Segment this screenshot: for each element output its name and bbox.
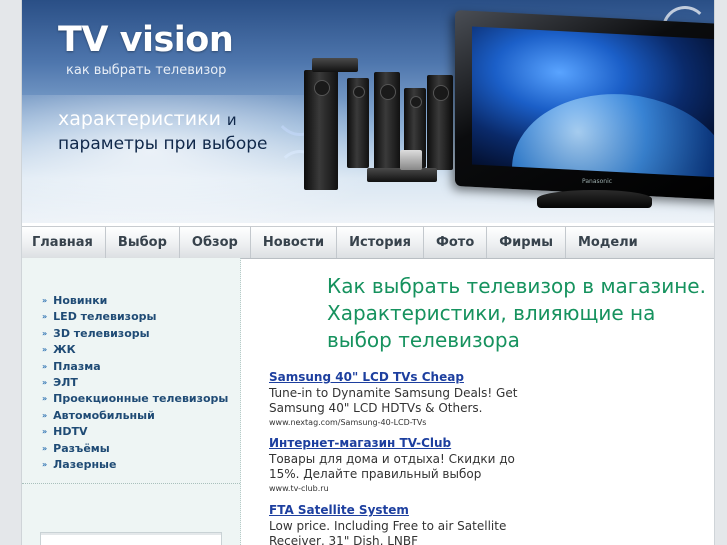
sidebar-item-label: ЖК [53,343,76,357]
sidebar-item-led[interactable]: » LED телевизоры [42,309,228,325]
sidebar-item-connectors[interactable]: » Разъёмы [42,441,228,457]
nav-item-history[interactable]: История [337,227,424,258]
ad-text: Товары для дома и отдыха! Скидки до 15%.… [269,452,515,481]
header-banner: TV vision как выбрать телевизор характер… [22,0,714,223]
sidebar-item-label: Новинки [53,294,108,307]
double-chevron-right-icon: » [42,345,48,355]
site-title[interactable]: TV vision [58,20,234,60]
nav-item-companies[interactable]: Фирмы [487,227,566,258]
nav-item-review[interactable]: Обзор [180,227,251,258]
sidebar-item-label: 3D телевизоры [53,326,150,340]
player-icon [400,150,422,170]
tv-screen [472,26,714,178]
ad-url-link[interactable]: www.nextag.com/Samsung-40-LCD-TVs [269,418,529,427]
ad-text: Low price. Including Free to air Satelli… [269,519,507,545]
ad-title-link[interactable]: Интернет-магазин TV-Club [269,436,529,451]
main-nav: Главная Выбор Обзор Новости История Фото… [22,226,714,259]
nav-item-home[interactable]: Главная [22,227,106,258]
sidebar-item-car[interactable]: » Автомобильный [42,408,228,424]
nav-item-photo[interactable]: Фото [424,227,488,258]
planet-image [512,88,714,178]
tagline-line-2: параметры при выборе [58,134,268,154]
ad-title-link[interactable]: Samsung 40" LCD TVs Cheap [269,370,529,385]
sidebar-item-hdtv[interactable]: » HDTV [42,424,228,440]
double-chevron-right-icon: » [42,361,48,371]
sidebar-item-projection[interactable]: » Проекционные телевизоры [42,391,228,407]
ad-url-link[interactable]: www.tv-club.ru [269,484,529,493]
sidebar-item-laser[interactable]: » Лазерные [42,457,228,473]
double-chevron-right-icon: » [42,443,48,453]
sidebar-item-label: Автомобильный [53,408,155,422]
double-chevron-right-icon: » [42,410,48,420]
sidebar-item-3d[interactable]: » 3D телевизоры [42,326,228,342]
double-chevron-right-icon: » [42,312,48,322]
main-content: Как выбрать телевизор в магазине. Характ… [241,258,714,545]
tagline-and: и [226,111,237,129]
tv-stand [537,190,652,208]
sidebar-item-plasma[interactable]: » Плазма [42,359,228,375]
nav-item-models[interactable]: Модели [566,227,650,258]
ad-block: Samsung 40" LCD TVs Cheap Tune-in to Dyn… [269,370,529,427]
double-chevron-right-icon: » [42,427,48,437]
sidebar-item-label: Лазерные [53,457,117,471]
page-container: TV vision как выбрать телевизор характер… [21,0,715,545]
speaker-icon [304,70,338,190]
sidebar-box [40,532,222,545]
speaker-icon [427,75,453,170]
double-chevron-right-icon: » [42,328,48,338]
site-subtitle: как выбрать телевизор [66,63,227,78]
speaker-icon [374,72,400,172]
tagline-characteristics: характеристики [58,108,221,130]
sidebar-item-label: Плазма [53,359,101,373]
sidebar-item-label: LED телевизоры [53,310,157,324]
sidebar-item-label: HDTV [53,425,88,439]
sidebar-item-lcd[interactable]: » ЖК [42,342,228,358]
nav-item-choice[interactable]: Выбор [106,227,180,258]
sidebar-divider [22,483,240,484]
speaker-icon [347,78,369,168]
sidebar-item-label: ЭЛТ [53,375,78,389]
sidebar: » Новинки » LED телевизоры » 3D телевизоры … [22,258,241,545]
ad-block: Интернет-магазин TV-Club Товары для дома… [269,436,529,493]
double-chevron-right-icon: » [42,377,48,387]
sidebar-menu: » Новинки » LED телевизоры » 3D телевизоры … [42,293,228,473]
double-chevron-right-icon: » [42,296,48,305]
ad-block: FTA Satellite System Low price. Includin… [269,503,529,545]
sidebar-item-label: Проекционные телевизоры [53,392,229,406]
ad-text: Tune-in to Dynamite Samsung Deals! Get S… [269,386,518,415]
tv-brand-logo: Panasonic [582,178,613,185]
sidebar-item-new[interactable]: » Новинки [42,293,228,309]
player-icon [367,168,437,182]
receiver-icon [312,58,358,72]
tagline-line-1: характеристики и [58,108,237,130]
sidebar-item-crt[interactable]: » ЭЛТ [42,375,228,391]
page-title: Как выбрать телевизор в магазине. Характ… [327,274,706,352]
nav-item-news[interactable]: Новости [251,227,338,258]
double-chevron-right-icon: » [42,459,48,469]
ad-title-link[interactable]: FTA Satellite System [269,503,529,518]
sidebar-item-label: Разъёмы [53,441,110,455]
double-chevron-right-icon: » [42,394,48,404]
